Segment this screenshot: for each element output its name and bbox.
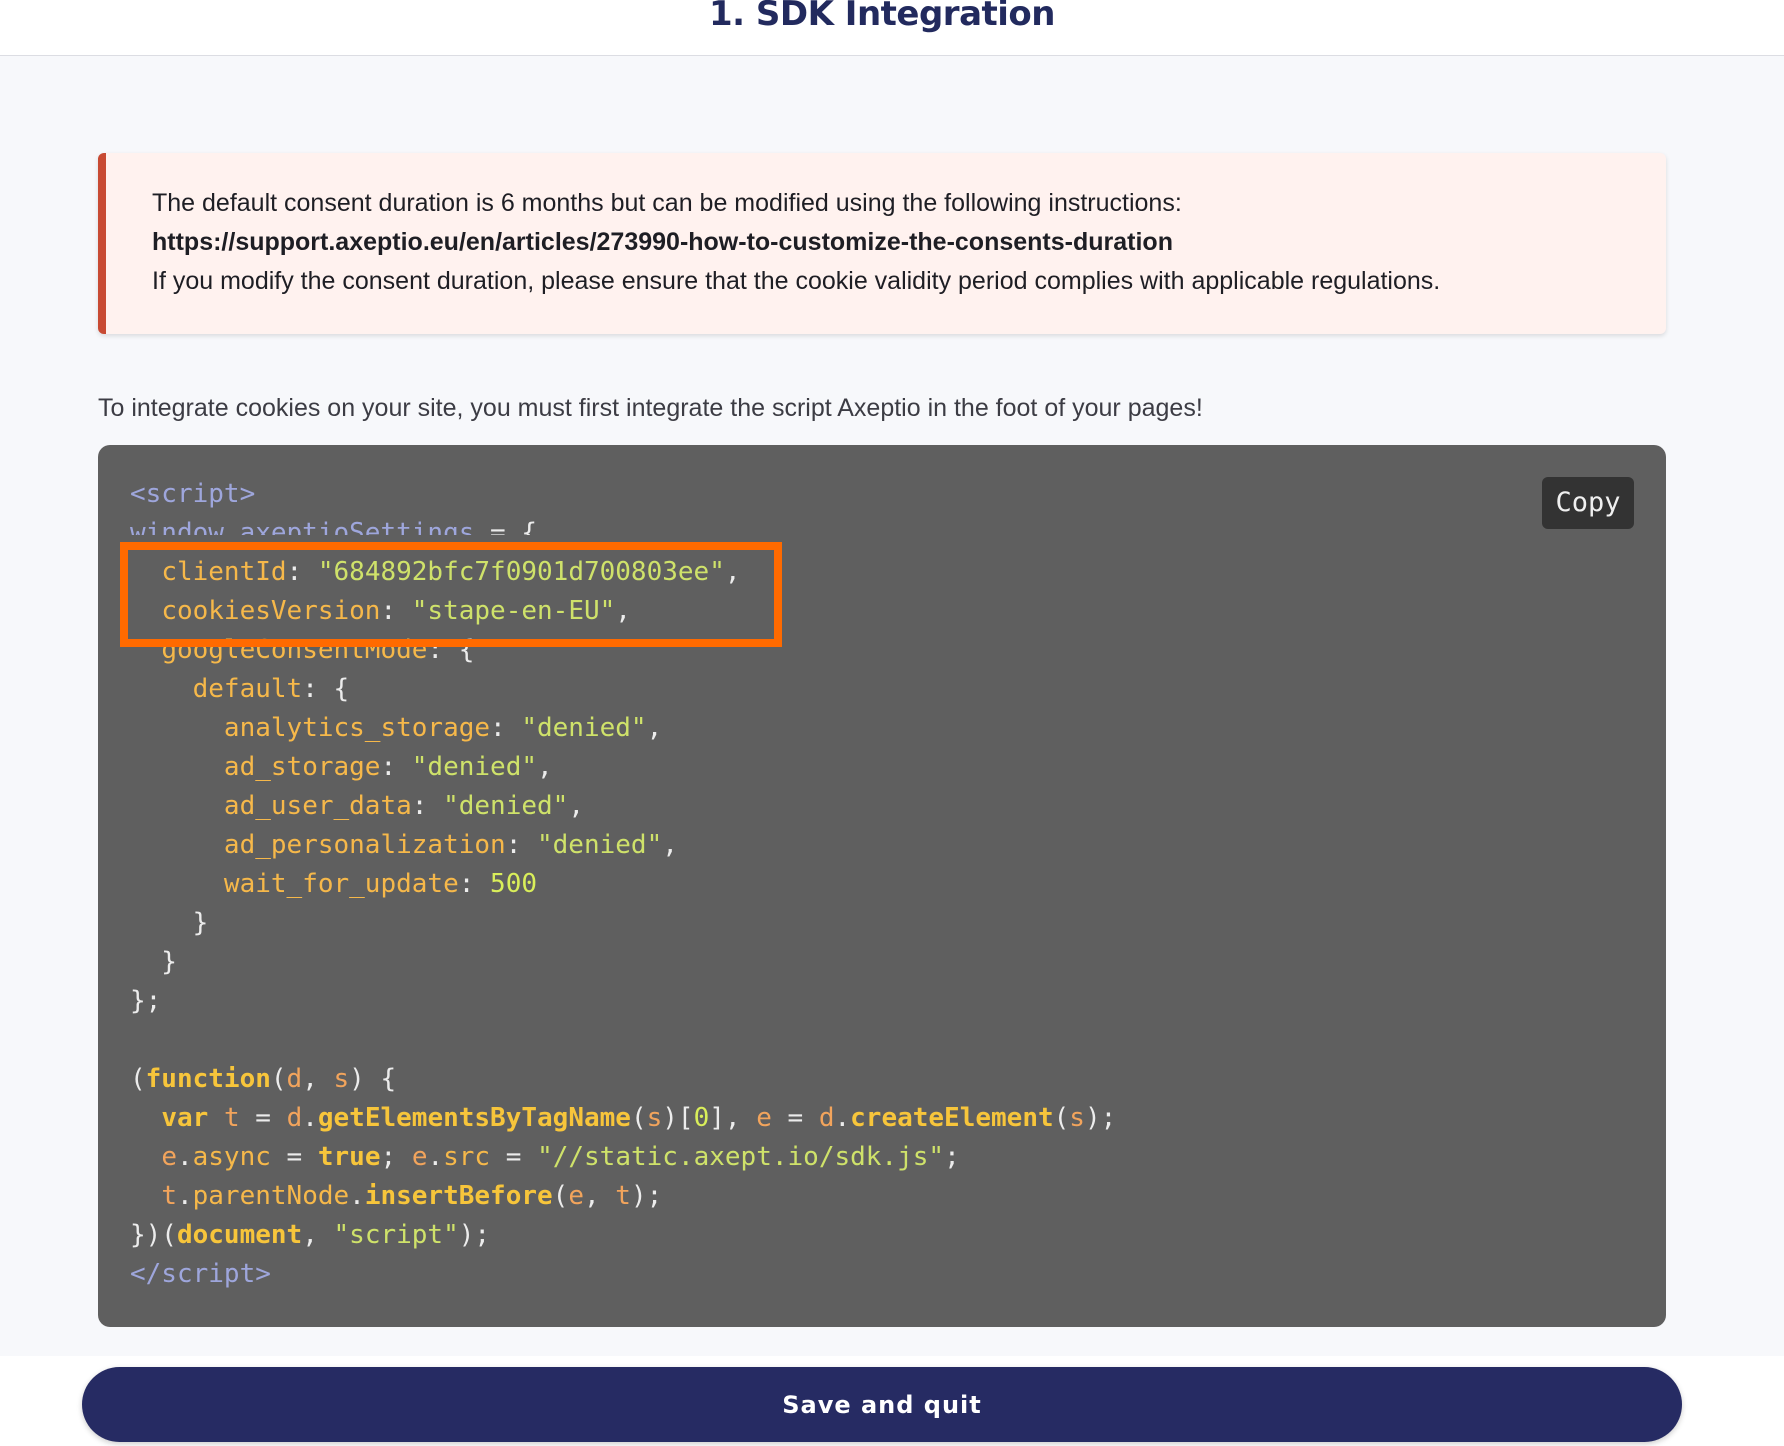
save-and-quit-button[interactable]: Save and quit <box>82 1367 1682 1442</box>
alert-text: The default consent duration is 6 months… <box>152 189 1182 217</box>
copy-button[interactable]: Copy <box>1542 477 1634 529</box>
page-title: 1. SDK Integration <box>709 0 1056 34</box>
integration-instructions: To integrate cookies on your site, you m… <box>98 394 1203 422</box>
alert-link[interactable]: https://support.axeptio.eu/en/articles/2… <box>152 228 1173 257</box>
client-id-highlight <box>120 542 782 647</box>
consent-duration-alert: The default consent duration is 6 months… <box>98 153 1666 334</box>
page-footer: Save and quit <box>0 1356 1784 1446</box>
alert-note: If you modify the consent duration, plea… <box>152 267 1441 295</box>
page-header: 1. SDK Integration <box>0 0 1784 56</box>
